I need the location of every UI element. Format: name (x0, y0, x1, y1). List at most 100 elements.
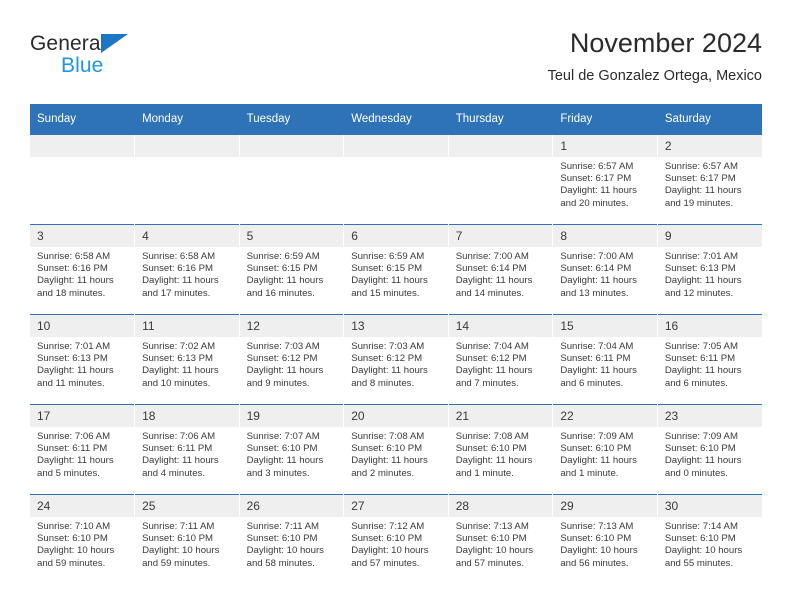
calendar-week-row: 17 Sunrise: 7:06 AM Sunset: 6:11 PM Dayligh… (30, 404, 762, 495)
day-detail-line: Daylight: 11 hours (142, 365, 219, 377)
day-detail-line: and 3 minutes. (246, 467, 310, 479)
day-details: Sunrise: 7:02 AM Sunset: 6:13 PM Daylight:… (135, 337, 239, 390)
day-details: Sunrise: 6:59 AM Sunset: 6:15 PM Daylight:… (240, 247, 344, 300)
calendar-table: Sunday Monday Tuesday Wednesday Thursday Frid… (30, 104, 762, 584)
calendar-day-cell[interactable]: 26 Sunrise: 7:11 AM Sunset: 6:10 PM Dayligh… (239, 494, 345, 584)
day-detail-line: and 14 minutes. (455, 287, 525, 299)
day-details: Sunrise: 7:04 AM Sunset: 6:11 PM Daylight:… (553, 337, 657, 390)
calendar-day-cell[interactable]: 3 Sunrise: 6:58 AM Sunset: 6:16 PM Daylight… (30, 224, 136, 315)
day-detail-line: Daylight: 10 hours (351, 545, 429, 557)
calendar-day-cell[interactable]: 16 Sunrise: 7:05 AM Sunset: 6:11 PM Dayligh… (657, 314, 762, 405)
calendar-day-cell-empty (134, 134, 240, 225)
calendar-day-cell[interactable]: 4 Sunrise: 6:58 AM Sunset: 6:16 PM Daylight… (134, 224, 240, 315)
calendar-day-cell[interactable]: 12 Sunrise: 7:03 AM Sunset: 6:12 PM Dayligh… (239, 314, 345, 405)
day-detail-line: Sunset: 6:10 PM (455, 443, 527, 455)
day-detail-line: Sunset: 6:14 PM (455, 263, 527, 275)
calendar-day-cell[interactable]: 7 Sunrise: 7:00 AM Sunset: 6:14 PM Daylight… (448, 224, 554, 315)
calendar-day-cell[interactable]: 9 Sunrise: 7:01 AM Sunset: 6:13 PM Daylight… (657, 224, 762, 315)
calendar-day-cell[interactable]: 24 Sunrise: 7:10 AM Sunset: 6:10 PM Dayligh… (30, 494, 136, 584)
calendar-day-cell[interactable]: 14 Sunrise: 7:04 AM Sunset: 6:12 PM Dayligh… (448, 314, 554, 405)
day-detail-line: and 9 minutes. (246, 377, 310, 389)
day-detail-line: and 1 minute. (455, 467, 514, 479)
calendar-week-row: 24 Sunrise: 7:10 AM Sunset: 6:10 PM Dayligh… (30, 494, 762, 584)
calendar-day-cell[interactable]: 18 Sunrise: 7:06 AM Sunset: 6:11 PM Dayligh… (134, 404, 240, 495)
day-detail-line: Daylight: 11 hours (246, 455, 324, 467)
day-number: 18 (135, 405, 239, 427)
calendar-day-cell[interactable]: 20 Sunrise: 7:08 AM Sunset: 6:10 PM Dayligh… (343, 404, 449, 495)
calendar-day-cell[interactable]: 27 Sunrise: 7:12 AM Sunset: 6:10 PM Dayligh… (343, 494, 449, 584)
day-detail-line: Sunset: 6:10 PM (37, 533, 108, 545)
day-detail-line: and 12 minutes. (664, 287, 734, 299)
day-detail-line: Sunrise: 7:13 AM (455, 521, 529, 532)
calendar-day-cell[interactable]: 29 Sunrise: 7:13 AM Sunset: 6:10 PM Dayligh… (552, 494, 658, 584)
day-details: Sunrise: 6:58 AM Sunset: 6:16 PM Daylight:… (30, 247, 134, 300)
day-detail-line: Sunset: 6:13 PM (664, 263, 736, 275)
day-number: 11 (135, 315, 239, 337)
day-detail-line: Sunset: 6:14 PM (560, 263, 632, 275)
calendar-day-cell[interactable]: 6 Sunrise: 6:59 AM Sunset: 6:15 PM Daylight… (343, 224, 449, 315)
weekday-header-thursday: Thursday (448, 104, 554, 135)
day-detail-line: Daylight: 10 hours (142, 545, 220, 557)
day-detail-line: Daylight: 11 hours (351, 275, 428, 287)
day-detail-line: Sunrise: 6:58 AM (142, 251, 216, 262)
day-detail-line: Sunset: 6:10 PM (560, 533, 632, 545)
day-detail-line: and 57 minutes. (351, 557, 420, 569)
day-detail-line: Sunrise: 7:01 AM (37, 341, 111, 352)
day-detail-line: Daylight: 11 hours (142, 455, 219, 467)
day-detail-line: Sunset: 6:12 PM (351, 353, 423, 365)
day-detail-line: Daylight: 11 hours (455, 275, 533, 287)
day-detail-line: Sunrise: 7:14 AM (664, 521, 738, 532)
day-detail-line: Sunrise: 7:01 AM (664, 251, 738, 262)
day-number: 8 (553, 225, 657, 247)
day-details: Sunrise: 7:06 AM Sunset: 6:11 PM Daylight:… (135, 427, 239, 480)
brand-logo[interactable]: General Blue (30, 32, 220, 92)
weekday-header-sunday: Sunday (30, 104, 136, 135)
calendar-day-cell[interactable]: 25 Sunrise: 7:11 AM Sunset: 6:10 PM Dayligh… (134, 494, 240, 584)
calendar-day-cell[interactable]: 15 Sunrise: 7:04 AM Sunset: 6:11 PM Dayligh… (552, 314, 658, 405)
day-detail-line: Sunset: 6:15 PM (246, 263, 318, 275)
calendar-day-cell[interactable]: 1 Sunrise: 6:57 AM Sunset: 6:17 PM Daylight… (552, 134, 658, 225)
day-detail-line: Sunset: 6:12 PM (455, 353, 527, 365)
calendar-day-cell[interactable]: 19 Sunrise: 7:07 AM Sunset: 6:10 PM Dayligh… (239, 404, 345, 495)
day-detail-line: Sunset: 6:16 PM (37, 263, 108, 275)
calendar-day-cell[interactable]: 8 Sunrise: 7:00 AM Sunset: 6:14 PM Daylight… (552, 224, 658, 315)
day-detail-line: Sunrise: 6:57 AM (560, 161, 634, 172)
calendar-day-cell[interactable]: 21 Sunrise: 7:08 AM Sunset: 6:10 PM Dayligh… (448, 404, 554, 495)
calendar-day-cell[interactable]: 17 Sunrise: 7:06 AM Sunset: 6:11 PM Dayligh… (30, 404, 136, 495)
day-detail-line: and 6 minutes. (664, 377, 728, 389)
calendar-day-cell[interactable]: 11 Sunrise: 7:02 AM Sunset: 6:13 PM Dayligh… (134, 314, 240, 405)
calendar-day-cell[interactable]: 28 Sunrise: 7:13 AM Sunset: 6:10 PM Dayligh… (448, 494, 554, 584)
day-detail-line: and 6 minutes. (560, 377, 624, 389)
day-number: 1 (553, 135, 657, 157)
day-detail-line: Daylight: 10 hours (37, 545, 115, 557)
day-detail-line: Sunset: 6:17 PM (560, 173, 632, 185)
day-number: 17 (30, 405, 135, 427)
day-detail-line: Sunrise: 7:13 AM (560, 521, 634, 532)
day-detail-line: Sunset: 6:13 PM (37, 353, 108, 365)
calendar-day-cell[interactable]: 22 Sunrise: 7:09 AM Sunset: 6:10 PM Dayligh… (552, 404, 658, 495)
calendar-day-cell[interactable]: 10 Sunrise: 7:01 AM Sunset: 6:13 PM Dayligh… (30, 314, 136, 405)
calendar-day-cell[interactable]: 23 Sunrise: 7:09 AM Sunset: 6:10 PM Dayligh… (657, 404, 762, 495)
day-detail-line: Daylight: 11 hours (664, 185, 742, 197)
day-detail-line: Sunset: 6:11 PM (37, 443, 108, 455)
day-details: Sunrise: 7:04 AM Sunset: 6:12 PM Daylight:… (449, 337, 553, 390)
day-number: 23 (657, 405, 762, 427)
day-detail-line: and 2 minutes. (351, 467, 415, 479)
calendar-day-cell[interactable]: 2 Sunrise: 6:57 AM Sunset: 6:17 PM Daylight… (657, 134, 762, 225)
day-detail-line: Sunset: 6:10 PM (246, 533, 318, 545)
calendar-day-cell[interactable]: 13 Sunrise: 7:03 AM Sunset: 6:12 PM Dayligh… (343, 314, 449, 405)
day-details: Sunrise: 7:07 AM Sunset: 6:10 PM Daylight:… (240, 427, 344, 480)
day-details: Sunrise: 7:03 AM Sunset: 6:12 PM Daylight:… (344, 337, 448, 390)
weekday-header-tuesday: Tuesday (239, 104, 345, 135)
day-number: 28 (448, 495, 553, 517)
day-detail-line: Sunrise: 7:11 AM (142, 521, 215, 532)
calendar-day-cell[interactable]: 5 Sunrise: 6:59 AM Sunset: 6:15 PM Daylight… (239, 224, 345, 315)
calendar-day-cell[interactable]: 30 Sunrise: 7:14 AM Sunset: 6:10 PM Dayligh… (657, 494, 762, 584)
title-block: November 2024 Teul de Gonzalez Ortega, M… (548, 26, 762, 87)
day-number: 7 (448, 225, 553, 247)
day-detail-line: Sunset: 6:11 PM (664, 353, 736, 365)
day-detail-line: Sunset: 6:10 PM (560, 443, 632, 455)
day-detail-line: Daylight: 11 hours (142, 275, 219, 287)
calendar-day-cell-empty (343, 134, 449, 225)
day-detail-line: Sunset: 6:10 PM (664, 443, 736, 455)
